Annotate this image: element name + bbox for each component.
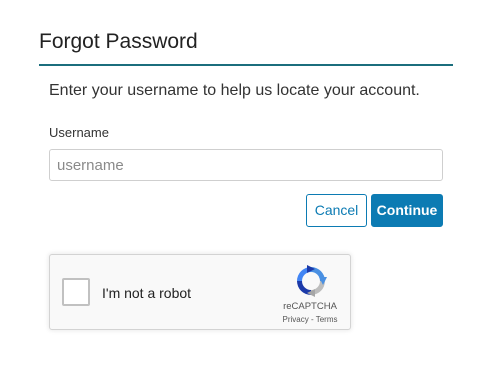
recaptcha-label: I'm not a robot [102, 285, 192, 301]
continue-button[interactable]: Continue [371, 194, 443, 227]
recaptcha-links: Privacy - Terms [270, 315, 350, 325]
recaptcha-widget: I'm not a robot reCAPTCHA Privacy - Term… [49, 254, 351, 330]
recaptcha-logo-icon [297, 265, 327, 297]
username-label: Username [49, 125, 109, 140]
page-title: Forgot Password [39, 30, 198, 53]
cancel-button[interactable]: Cancel [306, 194, 367, 227]
recaptcha-checkbox[interactable] [62, 278, 90, 306]
recaptcha-privacy-link[interactable]: Privacy [283, 315, 309, 324]
instructions-text: Enter your username to help us locate yo… [49, 82, 420, 99]
recaptcha-link-separator: - [308, 315, 316, 324]
username-input[interactable] [49, 149, 443, 181]
title-divider [39, 64, 453, 66]
recaptcha-brand: reCAPTCHA [283, 301, 337, 312]
recaptcha-terms-link[interactable]: Terms [316, 315, 338, 324]
